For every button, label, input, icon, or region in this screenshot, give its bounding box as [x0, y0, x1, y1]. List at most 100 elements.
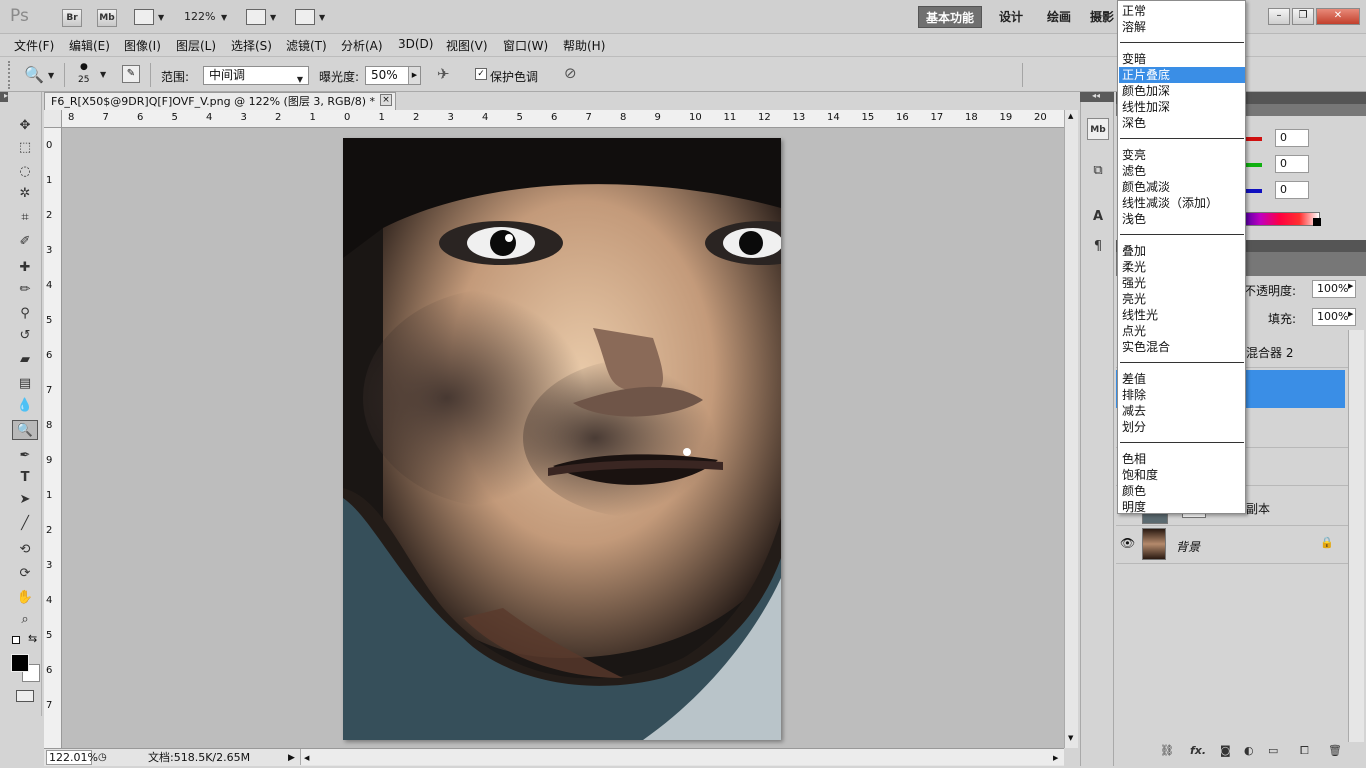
vertical-ruler[interactable]: 0 1 2 3 4 5 6 7 8 9 1 2 3 4 5 6 7: [44, 128, 62, 748]
color-ramp-black-swatch[interactable]: [1313, 218, 1321, 226]
bridge-button[interactable]: Br: [62, 9, 82, 27]
adjustment-layer-icon[interactable]: ◐: [1244, 744, 1254, 757]
scroll-up-icon[interactable]: ▲: [1068, 112, 1073, 120]
pen-tool-icon[interactable]: ✒: [12, 446, 38, 466]
chevron-down-icon[interactable]: ▼: [221, 13, 227, 22]
screen-mode-icon[interactable]: [295, 9, 315, 25]
history-brush-tool-icon[interactable]: ↺: [12, 326, 38, 346]
menu-file[interactable]: 文件(F): [14, 37, 54, 54]
blend-mode-option[interactable]: 线性减淡（添加）: [1119, 195, 1245, 211]
document-canvas-image[interactable]: [343, 138, 781, 740]
layer-style-fx-icon[interactable]: fx.: [1190, 744, 1206, 757]
chevron-down-icon[interactable]: ▼: [48, 71, 54, 80]
mini-bridge-panel-icon[interactable]: Mb: [1087, 118, 1109, 140]
workspace-essentials[interactable]: 基本功能: [918, 6, 982, 28]
crop-tool-icon[interactable]: ⌗: [12, 208, 38, 228]
vertical-scrollbar[interactable]: ▲ ▼: [1064, 110, 1078, 748]
brush-panel-toggle-icon[interactable]: ✎: [122, 65, 140, 83]
zoom-status-field[interactable]: 122.01%: [46, 750, 98, 765]
close-icon[interactable]: ×: [380, 94, 392, 106]
blend-mode-option[interactable]: 划分: [1119, 419, 1245, 435]
blend-mode-option[interactable]: 排除: [1119, 387, 1245, 403]
trash-icon[interactable]: 🗑: [1328, 744, 1342, 757]
blend-mode-option[interactable]: 深色: [1119, 115, 1245, 131]
close-button[interactable]: ✕: [1316, 8, 1360, 25]
fill-arrow-icon[interactable]: ▶: [1348, 310, 1353, 318]
blend-mode-option[interactable]: 变亮: [1119, 147, 1245, 163]
eraser-tool-icon[interactable]: ▰: [12, 350, 38, 370]
3d-rotate-tool-icon[interactable]: ⟲: [12, 540, 38, 560]
exposure-slider-arrow-icon[interactable]: ▶: [408, 67, 420, 84]
link-layers-icon[interactable]: ⛓: [1160, 744, 1174, 757]
blend-mode-option[interactable]: 变暗: [1119, 51, 1245, 67]
quick-select-tool-icon[interactable]: ✲: [12, 184, 38, 204]
ruler-origin[interactable]: [44, 110, 62, 128]
chevron-down-icon[interactable]: ▼: [297, 71, 303, 88]
dodge-burn-tool-icon[interactable]: 🔍: [12, 420, 38, 440]
scroll-down-icon[interactable]: ▼: [1068, 734, 1073, 742]
eyedropper-tool-icon[interactable]: ✐: [12, 232, 38, 252]
chevron-down-icon[interactable]: ▼: [270, 13, 276, 22]
eye-visibility-icon[interactable]: 👁: [1120, 536, 1135, 550]
airbrush-icon[interactable]: ✈: [437, 65, 450, 83]
path-select-tool-icon[interactable]: ➤: [12, 490, 38, 510]
view-extras-icon[interactable]: [134, 9, 154, 25]
status-menu-arrow-icon[interactable]: ▶: [288, 750, 295, 766]
move-tool-icon[interactable]: ✥: [12, 116, 38, 136]
workspace-painting[interactable]: 绘画: [1040, 6, 1078, 28]
3d-orbit-tool-icon[interactable]: ⟳: [12, 564, 38, 584]
workspace-photography[interactable]: 摄影: [1090, 6, 1118, 28]
hand-tool-icon[interactable]: ✋: [12, 588, 38, 608]
menu-filter[interactable]: 滤镜(T): [286, 37, 327, 54]
healing-brush-tool-icon[interactable]: ✚: [12, 258, 38, 278]
type-tool-icon[interactable]: T: [12, 468, 38, 488]
blend-mode-option[interactable]: 正常: [1119, 3, 1245, 19]
chevron-down-icon[interactable]: ▼: [100, 70, 106, 79]
blend-mode-option[interactable]: 滤色: [1119, 163, 1245, 179]
menu-analysis[interactable]: 分析(A): [341, 37, 383, 54]
foreground-color-swatch[interactable]: [11, 654, 29, 672]
blend-mode-option[interactable]: 色相: [1119, 451, 1245, 467]
pressure-size-icon[interactable]: ⊘: [564, 64, 577, 82]
blend-mode-option[interactable]: 颜色: [1119, 483, 1245, 499]
blend-mode-option[interactable]: 减去: [1119, 403, 1245, 419]
green-value-field[interactable]: 0: [1275, 155, 1309, 173]
opacity-arrow-icon[interactable]: ▶: [1348, 282, 1353, 290]
menu-select[interactable]: 选择(S): [231, 37, 272, 54]
quick-mask-icon[interactable]: [16, 690, 34, 702]
menu-image[interactable]: 图像(I): [124, 37, 161, 54]
blend-mode-option[interactable]: 点光: [1119, 323, 1245, 339]
gradient-tool-icon[interactable]: ▤: [12, 374, 38, 394]
history-panel-icon[interactable]: ⧉: [1087, 160, 1109, 182]
character-panel-icon[interactable]: A: [1087, 206, 1109, 228]
expand-icon[interactable]: ◂◂: [1092, 91, 1100, 100]
options-grip[interactable]: [8, 61, 12, 89]
brush-dot-icon[interactable]: ●: [80, 62, 88, 72]
blur-tool-icon[interactable]: 💧: [12, 396, 38, 416]
blend-mode-option[interactable]: 饱和度: [1119, 467, 1245, 483]
blend-mode-option[interactable]: 明度: [1119, 499, 1245, 515]
chevron-down-icon[interactable]: ▼: [319, 13, 325, 22]
arrange-documents-icon[interactable]: [246, 9, 266, 25]
blend-mode-option[interactable]: 溶解: [1119, 19, 1245, 35]
burn-tool-preset-icon[interactable]: 🔍: [24, 65, 44, 84]
marquee-tool-icon[interactable]: ⬚: [12, 138, 38, 158]
minimize-button[interactable]: –: [1268, 8, 1290, 25]
menu-3d[interactable]: 3D(D): [398, 37, 433, 51]
blend-mode-option[interactable]: 浅色: [1119, 211, 1245, 227]
line-tool-icon[interactable]: ╱: [12, 514, 38, 534]
scroll-left-icon[interactable]: ◀: [304, 750, 309, 766]
range-select[interactable]: 中间调 ▼: [203, 66, 309, 85]
workspace-design[interactable]: 设计: [992, 6, 1030, 28]
red-value-field[interactable]: 0: [1275, 129, 1309, 147]
chevron-down-icon[interactable]: ▼: [158, 13, 164, 22]
blend-mode-option[interactable]: 线性光: [1119, 307, 1245, 323]
layer-row-background[interactable]: 👁 背景 🔒: [1116, 526, 1348, 564]
layers-scrollbar[interactable]: [1348, 330, 1364, 742]
menu-help[interactable]: 帮助(H): [563, 37, 605, 54]
mini-bridge-button[interactable]: Mb: [97, 9, 117, 27]
blend-mode-option[interactable]: 实色混合: [1119, 339, 1245, 355]
menu-window[interactable]: 窗口(W): [503, 37, 548, 54]
blend-mode-option[interactable]: 正片叠底: [1119, 67, 1245, 83]
dock-header[interactable]: ◂◂: [1080, 91, 1114, 102]
